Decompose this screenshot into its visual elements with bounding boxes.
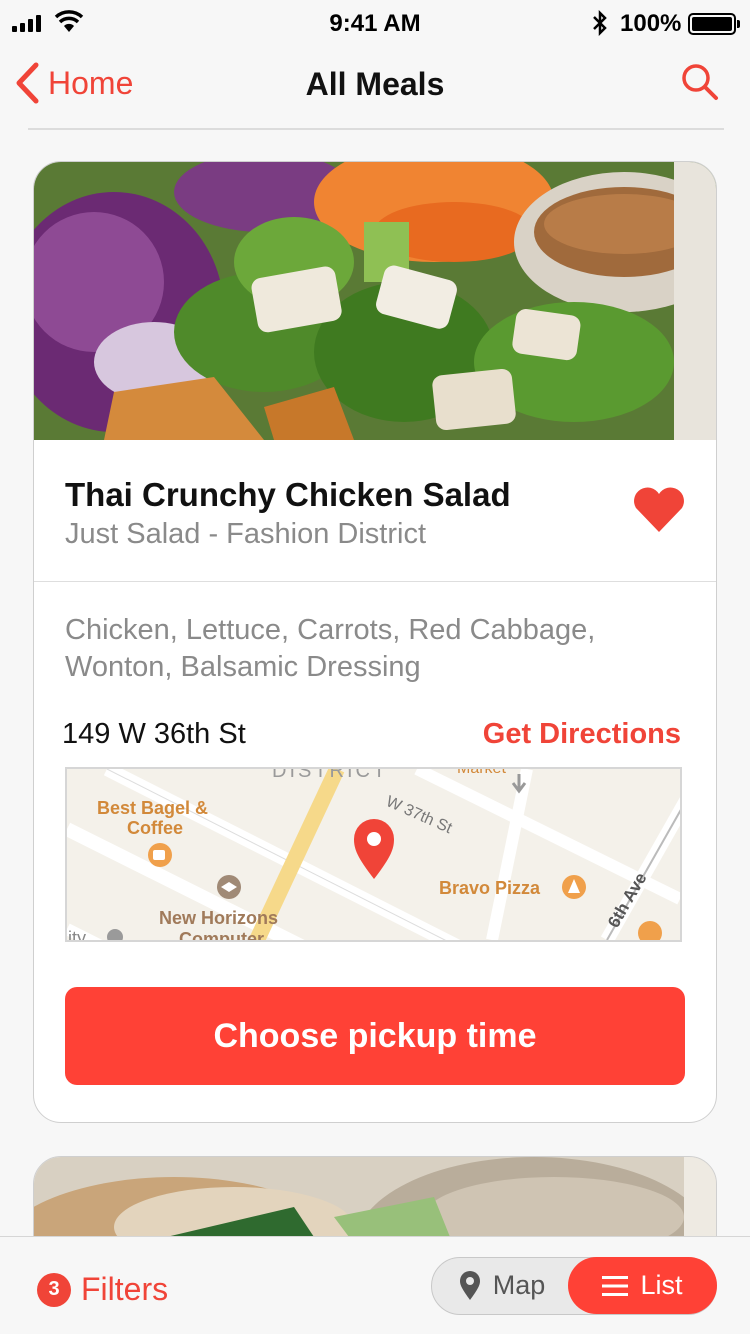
- meal-card[interactable]: Thai Crunchy Chicken Salad Just Salad - …: [33, 161, 717, 1123]
- meal-address: 149 W 36th St: [62, 718, 246, 750]
- bluetooth-icon: [593, 10, 607, 36]
- filter-count-badge: 3: [37, 1272, 71, 1307]
- list-view-label: List: [640, 1270, 683, 1300]
- list-icon: [602, 1275, 629, 1296]
- battery-icon: [688, 13, 740, 35]
- map-view-label: Map: [492, 1270, 546, 1300]
- map-label-bagel-2: Coffee: [127, 818, 183, 838]
- map-label-bagel-1: Best Bagel &: [97, 798, 208, 818]
- view-toggle: Map List: [431, 1257, 717, 1315]
- screen: 9:41 AM 100% Home All Meals Thai Crunchy…: [0, 0, 750, 1334]
- meal-name: Thai Crunchy Chicken Salad: [65, 476, 511, 513]
- filters-label: Filters: [81, 1271, 169, 1307]
- map-label-pizza: Bravo Pizza: [439, 878, 541, 898]
- filters-button[interactable]: 3 Filters: [37, 1271, 168, 1308]
- choose-pickup-time-button[interactable]: Choose pickup time: [65, 987, 685, 1085]
- location-map[interactable]: DISTRICT Market W 37th St Best Bagel & C…: [65, 767, 682, 942]
- heart-icon[interactable]: [632, 486, 686, 534]
- meal-header: Thai Crunchy Chicken Salad Just Salad - …: [34, 440, 716, 582]
- meal-photo: [34, 162, 716, 440]
- list-view-button[interactable]: List: [568, 1257, 717, 1314]
- ingredients-list: Chicken, Lettuce, Carrots, Red Cabbage, …: [65, 614, 596, 683]
- restaurant-name: Just Salad - Fashion District: [65, 518, 427, 550]
- map-label-horizons-2: Computer: [179, 929, 264, 940]
- navigation-bar: Home All Meals: [0, 46, 750, 130]
- map-label-market: Market: [457, 769, 506, 777]
- search-icon[interactable]: [680, 62, 720, 102]
- nav-divider: [28, 128, 724, 130]
- location-pin-icon: [459, 1270, 480, 1300]
- get-directions-link[interactable]: Get Directions: [483, 718, 681, 751]
- map-view-button[interactable]: Map: [432, 1258, 572, 1313]
- page-title: All Meals: [305, 66, 445, 102]
- bottom-toolbar: 3 Filters Map List: [0, 1236, 750, 1334]
- battery-percentage: 100%: [620, 10, 682, 37]
- map-label-district: DISTRICT: [272, 769, 388, 782]
- map-label-city: City: [67, 928, 86, 940]
- map-label-horizons-1: New Horizons: [159, 908, 278, 928]
- status-bar: 9:41 AM 100%: [0, 0, 750, 46]
